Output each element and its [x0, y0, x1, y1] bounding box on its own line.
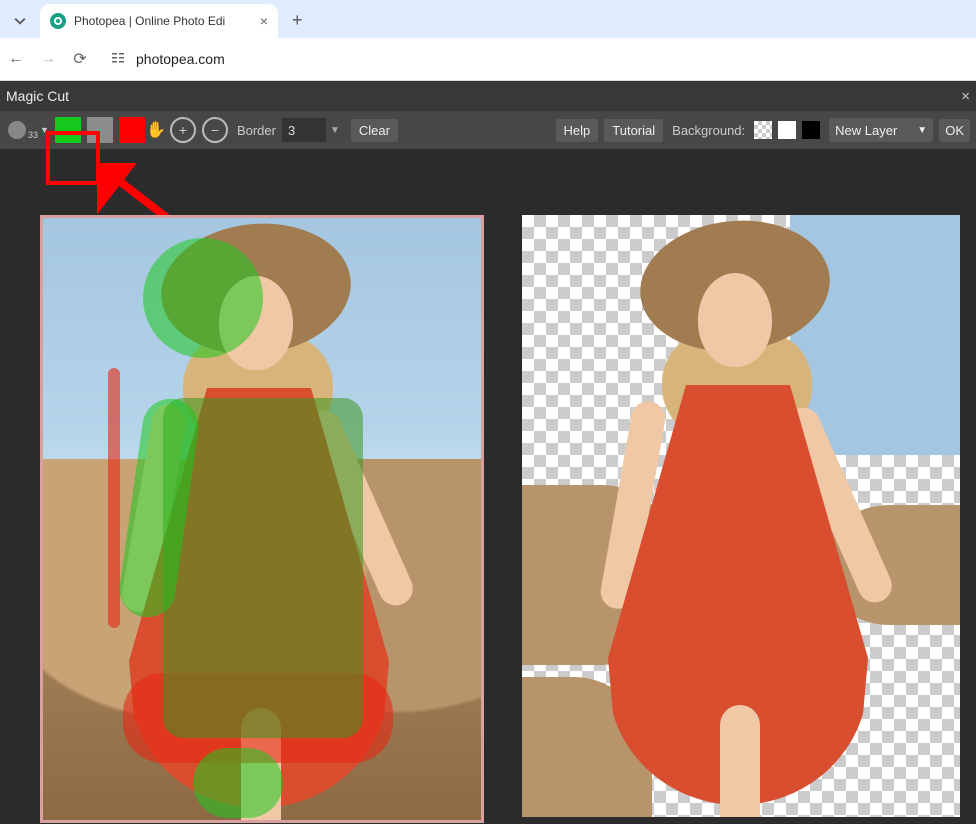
- tab-title: Photopea | Online Photo Edi: [74, 14, 225, 28]
- close-dialog-icon[interactable]: ×: [961, 88, 970, 105]
- result-image-panel[interactable]: [522, 215, 960, 817]
- brush-preview-icon[interactable]: [8, 121, 26, 139]
- chevron-down-icon: ▼: [917, 125, 927, 136]
- reload-button[interactable]: ⟳: [64, 49, 96, 69]
- back-button[interactable]: ←: [0, 50, 32, 68]
- address-bar[interactable]: photopea.com: [104, 44, 976, 74]
- canvas-area: [0, 149, 976, 824]
- neutral-color-swatch[interactable]: [87, 117, 113, 143]
- foreground-mask-stroke: [143, 238, 263, 358]
- source-image-panel[interactable]: [40, 215, 484, 823]
- help-button[interactable]: Help: [556, 119, 599, 142]
- brush-size-dropdown-icon[interactable]: ▼: [40, 125, 49, 135]
- background-color-swatch[interactable]: [119, 117, 145, 143]
- output-layer-select[interactable]: New Layer ▼: [829, 118, 933, 142]
- ok-button[interactable]: OK: [939, 119, 970, 142]
- new-tab-button[interactable]: +: [292, 10, 303, 31]
- border-label: Border: [237, 123, 276, 138]
- bg-transparent-swatch[interactable]: [754, 121, 772, 139]
- dialog-title: Magic Cut: [6, 88, 69, 104]
- tutorial-button[interactable]: Tutorial: [604, 119, 663, 142]
- hand-tool-icon[interactable]: ✋: [145, 120, 167, 140]
- favicon-icon: [50, 13, 66, 29]
- site-settings-icon[interactable]: [110, 51, 126, 68]
- background-label: Background:: [672, 123, 745, 138]
- border-dropdown-icon[interactable]: ▼: [330, 125, 340, 136]
- border-input[interactable]: [282, 118, 326, 142]
- zoom-in-icon[interactable]: +: [170, 117, 196, 143]
- forward-button[interactable]: →: [32, 50, 64, 68]
- clear-button[interactable]: Clear: [351, 119, 398, 142]
- close-tab-icon[interactable]: ×: [260, 13, 268, 29]
- foreground-mask-stroke: [193, 748, 283, 818]
- browser-tab[interactable]: Photopea | Online Photo Edi ×: [40, 4, 278, 38]
- foreground-color-swatch[interactable]: [55, 117, 81, 143]
- brush-size-value: 33: [28, 130, 38, 140]
- zoom-out-icon[interactable]: −: [202, 117, 228, 143]
- tab-dropdown[interactable]: [4, 6, 36, 36]
- url-text: photopea.com: [136, 51, 225, 67]
- bg-black-swatch[interactable]: [802, 121, 820, 139]
- output-layer-value: New Layer: [835, 123, 897, 138]
- background-mask-stroke: [108, 368, 120, 628]
- bg-white-swatch[interactable]: [778, 121, 796, 139]
